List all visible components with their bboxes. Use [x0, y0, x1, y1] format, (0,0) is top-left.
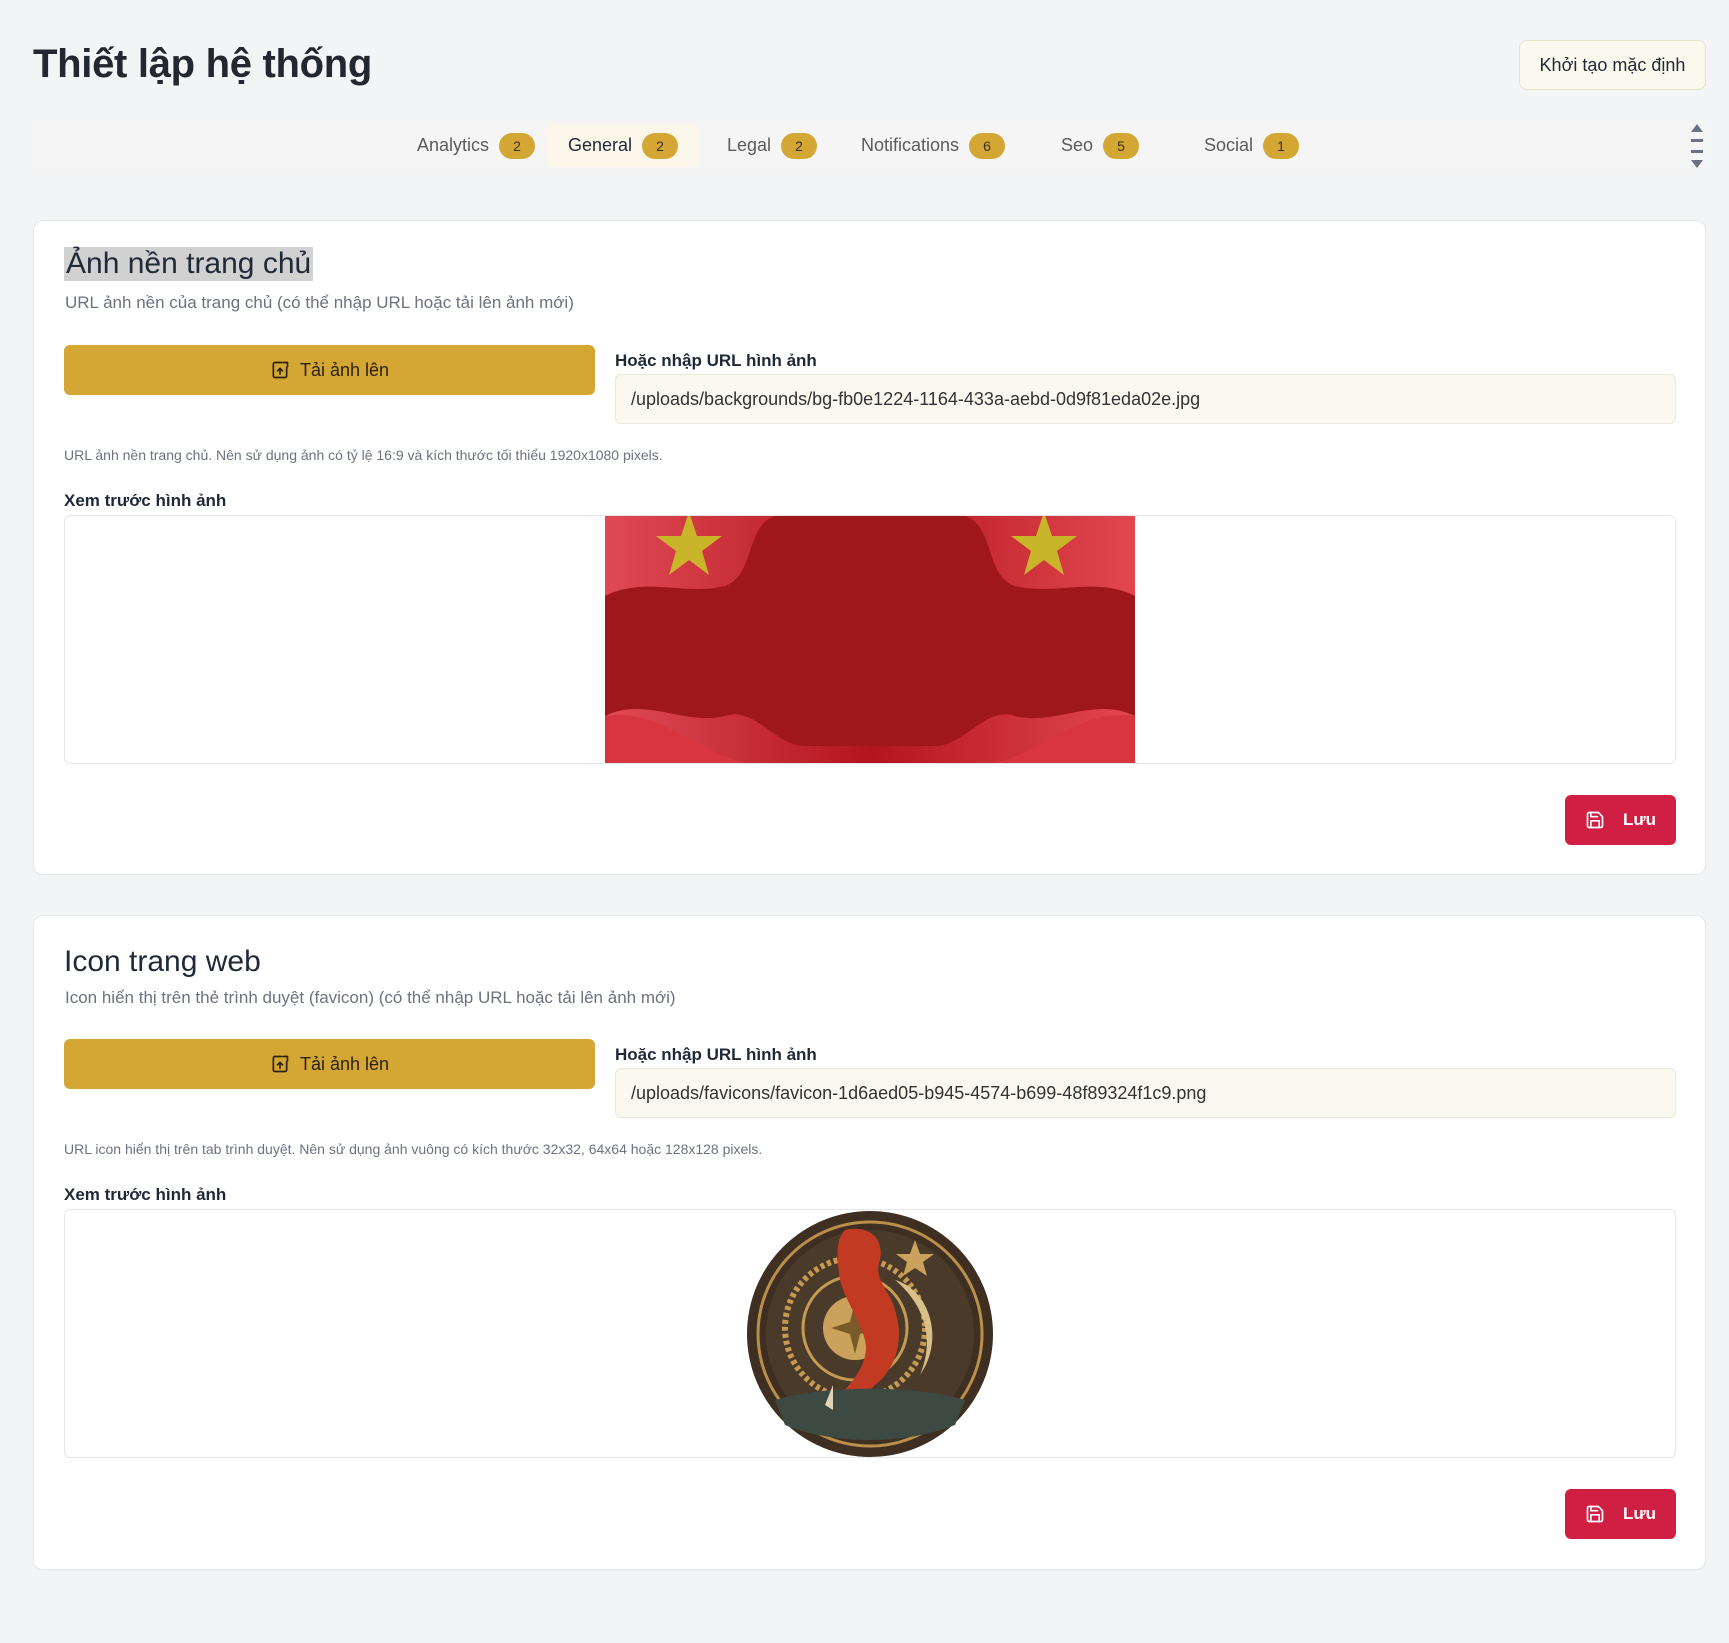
- tabs-bar: Analytics 2 General 2 Legal 2 Notificati…: [33, 118, 1706, 174]
- flag-background-image: [605, 516, 1135, 763]
- favicon-emblem-image: [747, 1211, 993, 1457]
- section-title: Ảnh nền trang chủ: [64, 247, 314, 281]
- tab-label: Legal: [727, 135, 772, 155]
- upload-icon: [272, 361, 289, 379]
- tab-legal[interactable]: Legal 2: [705, 124, 839, 167]
- section-description: URL ảnh nền của trang chủ (có thể nhập U…: [65, 293, 574, 312]
- tab-count-badge: 2: [499, 132, 536, 159]
- save-icon: [1586, 811, 1604, 829]
- tab-label: Seo: [1061, 135, 1094, 155]
- field-hint: URL ảnh nền trang chủ. Nên sử dụng ảnh c…: [64, 447, 663, 463]
- background-image-card: Ảnh nền trang chủ URL ảnh nền của trang …: [33, 220, 1706, 875]
- image-url-input[interactable]: /uploads/favicons/favicon-1d6aed05-b945-…: [615, 1068, 1676, 1118]
- tab-label: Analytics: [417, 135, 490, 155]
- upload-button[interactable]: Tải ảnh lên: [64, 1039, 595, 1089]
- section-description: Icon hiển thị trên thẻ trình duyệt (favi…: [65, 988, 676, 1007]
- tab-label: General: [568, 135, 633, 155]
- tab-seo[interactable]: Seo 5: [1039, 124, 1161, 167]
- upload-icon: [272, 1055, 289, 1073]
- page-title: Thiết lập hệ thống: [33, 42, 373, 86]
- tab-general[interactable]: General 2: [546, 124, 701, 167]
- upload-button[interactable]: Tải ảnh lên: [64, 345, 595, 395]
- save-icon: [1586, 1505, 1604, 1523]
- preview-label: Xem trước hình ảnh: [64, 491, 227, 510]
- favicon-card: Icon trang web Icon hiển thị trên thẻ tr…: [33, 915, 1706, 1570]
- save-button-label: Lưu: [1622, 1504, 1657, 1523]
- image-preview: [64, 1209, 1676, 1458]
- section-title: Icon trang web: [64, 945, 261, 978]
- save-button[interactable]: Lưu: [1565, 795, 1676, 845]
- field-hint: URL icon hiển thị trên tab trình duyệt. …: [64, 1141, 763, 1157]
- tab-count-badge: 1: [1263, 132, 1300, 159]
- upload-button-label: Tải ảnh lên: [299, 1053, 390, 1074]
- save-button-label: Lưu: [1622, 810, 1657, 829]
- tab-count-badge: 6: [969, 132, 1006, 159]
- url-field-label: Hoặc nhập URL hình ảnh: [615, 351, 817, 370]
- tab-notifications[interactable]: Notifications 6: [839, 124, 1027, 167]
- tab-analytics[interactable]: Analytics 2: [395, 124, 557, 167]
- tab-label: Notifications: [861, 135, 960, 155]
- scroll-arrows-icon[interactable]: [1688, 124, 1706, 168]
- reset-default-button[interactable]: Khởi tạo mặc định: [1519, 40, 1706, 90]
- upload-button-label: Tải ảnh lên: [299, 359, 390, 380]
- tab-social[interactable]: Social 1: [1182, 124, 1321, 167]
- tab-count-badge: 5: [1103, 132, 1140, 159]
- url-field-label: Hoặc nhập URL hình ảnh: [615, 1045, 817, 1064]
- tab-label: Social: [1204, 135, 1254, 155]
- tab-count-badge: 2: [781, 132, 818, 159]
- preview-label: Xem trước hình ảnh: [64, 1185, 227, 1204]
- image-url-input[interactable]: /uploads/backgrounds/bg-fb0e1224-1164-43…: [615, 374, 1676, 424]
- image-preview: [64, 515, 1676, 764]
- tab-count-badge: 2: [642, 132, 679, 159]
- save-button[interactable]: Lưu: [1565, 1489, 1676, 1539]
